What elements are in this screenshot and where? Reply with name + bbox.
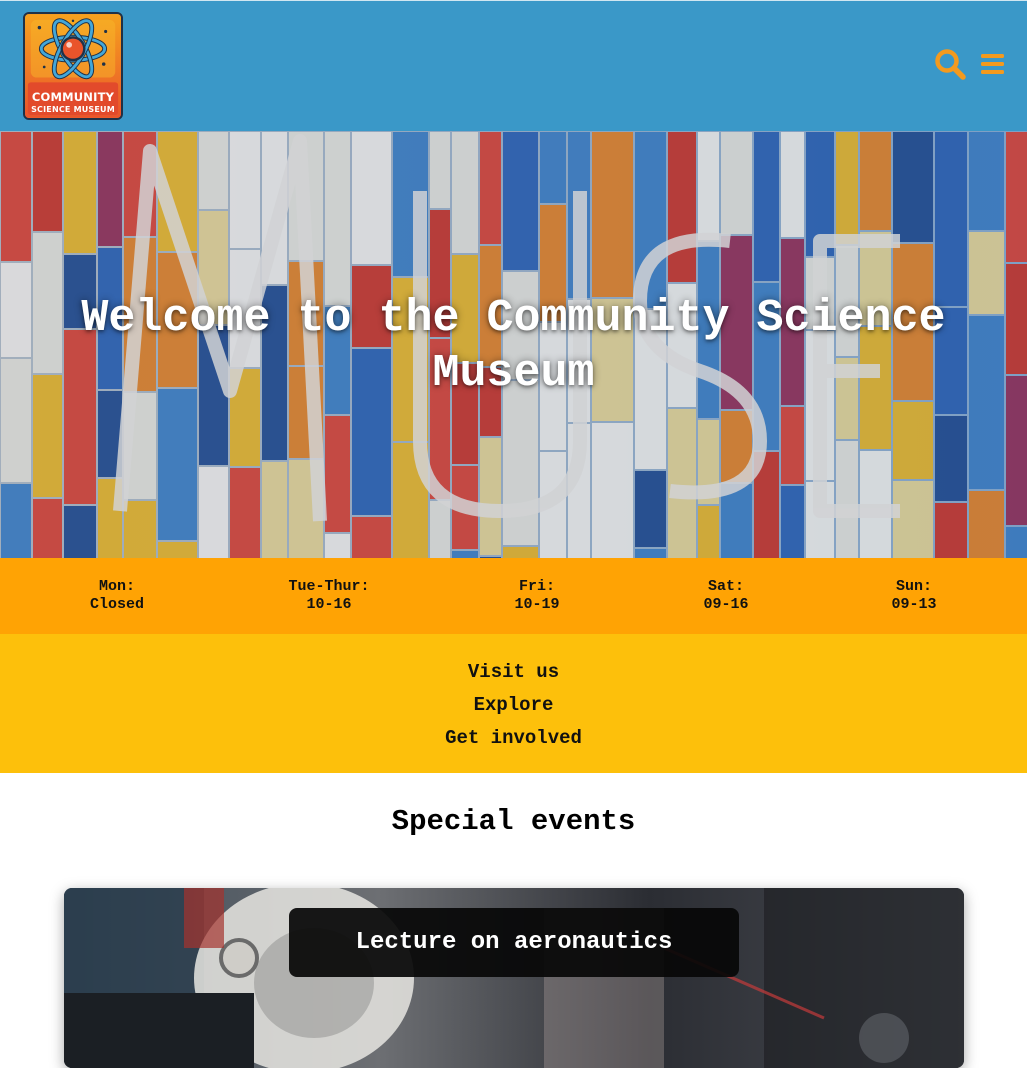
hours-monday: Mon: Closed	[37, 578, 197, 614]
nav-link-visit-us[interactable]: Visit us	[0, 660, 1027, 684]
hero-banner: Welcome to the Community Science Museum	[0, 131, 1027, 558]
hours-time: 10-16	[306, 596, 352, 613]
event-title: Lecture on aeronautics	[289, 908, 739, 977]
hours-time: 09-16	[703, 596, 749, 613]
main-nav: Visit us Explore Get involved	[0, 634, 1027, 773]
hours-time: 09-13	[891, 596, 937, 613]
hours-day: Sun:	[895, 578, 932, 595]
menu-button[interactable]	[978, 46, 1014, 82]
hero-title: Welcome to the Community Science Museum	[81, 293, 946, 399]
hours-day: Mon:	[98, 578, 135, 595]
hours-saturday: Sat: 09-16	[646, 578, 806, 614]
nav-link-explore[interactable]: Explore	[0, 693, 1027, 717]
hours-time: Closed	[89, 596, 144, 613]
museum-logo[interactable]: COMMUNITY SCIENCE MUSEUM	[23, 12, 123, 120]
menu-icon	[981, 54, 1004, 74]
search-button[interactable]	[932, 46, 968, 82]
hours-day: Tue-Thur:	[288, 578, 370, 595]
event-card[interactable]: Lecture on aeronautics	[64, 888, 964, 1068]
hours-day: Fri:	[518, 578, 555, 595]
special-events-heading: Special events	[391, 805, 636, 838]
hours-tue-thur: Tue-Thur: 10-16	[249, 578, 409, 614]
logo-text-science-museum: SCIENCE MUSEUM	[31, 105, 115, 114]
opening-hours-bar: Mon: Closed Tue-Thur: 10-16 Fri: 10-19 S…	[0, 558, 1027, 634]
site-header: COMMUNITY SCIENCE MUSEUM	[0, 0, 1027, 131]
search-icon	[935, 49, 966, 80]
logo-text-community: COMMUNITY	[31, 90, 115, 104]
hours-day: Sat:	[707, 578, 744, 595]
hours-time: 10-19	[514, 596, 560, 613]
hours-sunday: Sun: 09-13	[834, 578, 994, 614]
hours-friday: Fri: 10-19	[457, 578, 617, 614]
nav-link-get-involved[interactable]: Get involved	[0, 726, 1027, 750]
